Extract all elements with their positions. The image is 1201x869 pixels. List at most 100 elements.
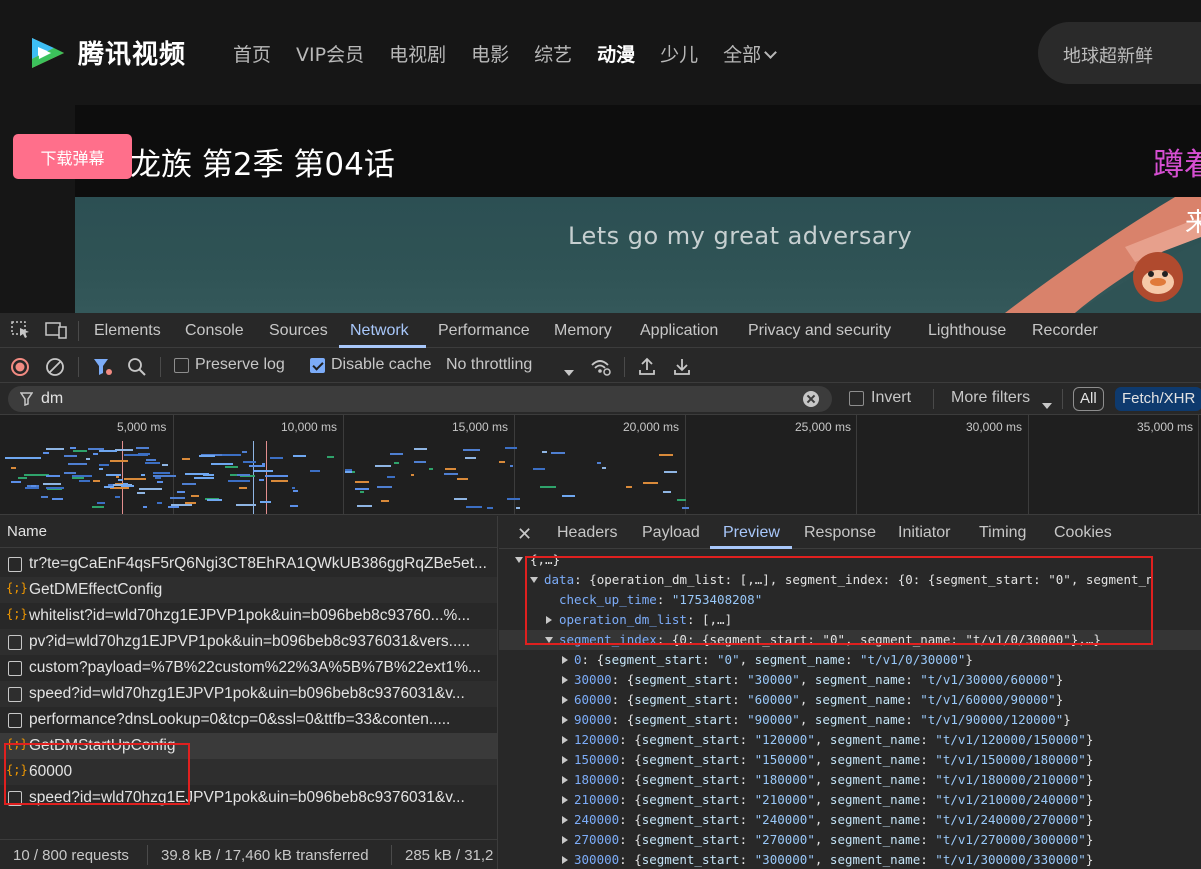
- segment-entry-line[interactable]: 270000: {segment_start: "270000", segmen…: [499, 830, 1201, 850]
- request-row[interactable]: pv?id=wld70hzg1EJPVP1pok&uin=b096beb8c93…: [0, 629, 497, 655]
- request-row[interactable]: custom?payload=%7B%22custom%22%3A%5B%7B%…: [0, 655, 497, 681]
- filter-chip-fetch-xhr[interactable]: Fetch/XHR: [1115, 387, 1201, 411]
- segment-entry-line[interactable]: 300000: {segment_start: "300000", segmen…: [499, 850, 1201, 869]
- nav-item-variety[interactable]: 综艺: [534, 40, 572, 67]
- timeline-tick: 20,000 ms: [623, 420, 680, 434]
- inspect-element-icon[interactable]: [11, 321, 31, 339]
- device-toolbar-icon[interactable]: [45, 321, 67, 339]
- tab-lighthouse[interactable]: Lighthouse: [928, 322, 1006, 340]
- throttling-select[interactable]: No throttling: [446, 356, 532, 374]
- request-row[interactable]: tr?te=gCaEnF4qsF5rQ6Ngi3CT8EhRA1QWkUB386…: [0, 551, 497, 577]
- nav-item-tv[interactable]: 电视剧: [389, 40, 446, 67]
- timeline-request-bar: [144, 462, 161, 464]
- import-har-icon[interactable]: [637, 356, 657, 375]
- segment-entry-line[interactable]: 180000: {segment_start: "180000", segmen…: [499, 770, 1201, 790]
- expand-triangle-icon[interactable]: [515, 557, 523, 563]
- request-row[interactable]: speed?id=wld70hzg1EJPVP1pok&uin=b096beb8…: [0, 681, 497, 707]
- tab-cookies[interactable]: Cookies: [1054, 524, 1112, 542]
- segment-entry-line[interactable]: 0: {segment_start: "0", segment_name: "t…: [499, 650, 1201, 670]
- record-stop-icon[interactable]: [10, 357, 30, 376]
- site-logo[interactable]: 腾讯视频: [28, 34, 186, 71]
- segment-entry-line[interactable]: 150000: {segment_start: "150000", segmen…: [499, 750, 1201, 770]
- search-icon[interactable]: [127, 357, 147, 376]
- toolbar-separator: [624, 357, 625, 377]
- expand-triangle-icon[interactable]: [562, 816, 568, 824]
- disable-cache-checkbox[interactable]: [310, 358, 325, 373]
- expand-triangle-icon[interactable]: [562, 716, 568, 724]
- request-name: tr?te=gCaEnF4qsF5rQ6Ngi3CT8EhRA1QWkUB386…: [29, 555, 487, 572]
- timeline-request-bar: [169, 497, 185, 499]
- throttling-dropdown-icon[interactable]: [564, 363, 574, 376]
- tab-sources[interactable]: Sources: [269, 322, 328, 340]
- request-row[interactable]: {;} whitelist?id=wld70hzg1EJPVP1pok&uin=…: [0, 603, 497, 629]
- tab-preview[interactable]: Preview: [723, 524, 780, 542]
- filter-separator: [933, 389, 934, 409]
- more-filters-dropdown-icon[interactable]: [1042, 396, 1052, 409]
- expand-triangle-icon[interactable]: [562, 796, 568, 804]
- timeline-request-bar: [162, 464, 168, 466]
- expand-triangle-icon[interactable]: [562, 676, 568, 684]
- export-har-icon[interactable]: [672, 356, 692, 375]
- expand-triangle-icon[interactable]: [562, 736, 568, 744]
- tab-privacy-security[interactable]: Privacy and security: [748, 322, 891, 340]
- expand-triangle-icon[interactable]: [562, 696, 568, 704]
- segment-entry-line[interactable]: 30000: {segment_start: "30000", segment_…: [499, 670, 1201, 690]
- network-conditions-icon[interactable]: [590, 357, 611, 376]
- tab-elements[interactable]: Elements: [94, 322, 161, 340]
- expand-triangle-icon[interactable]: [562, 776, 568, 784]
- invert-checkbox[interactable]: [849, 391, 864, 406]
- filter-chip-all[interactable]: All: [1073, 387, 1104, 411]
- tab-response[interactable]: Response: [804, 524, 876, 542]
- tab-application[interactable]: Application: [640, 322, 718, 340]
- tab-performance[interactable]: Performance: [438, 322, 530, 340]
- tab-initiator[interactable]: Initiator: [898, 524, 950, 542]
- expand-triangle-icon[interactable]: [562, 856, 568, 864]
- search-input[interactable]: 地球超新鲜: [1038, 22, 1201, 84]
- tab-network[interactable]: Network: [350, 322, 409, 340]
- request-row[interactable]: {;} GetDMEffectConfig: [0, 577, 497, 603]
- expand-triangle-icon[interactable]: [562, 656, 568, 664]
- timeline-request-bar: [465, 457, 477, 459]
- segment-entry-line[interactable]: 210000: {segment_start: "210000", segmen…: [499, 790, 1201, 810]
- segment-entry-line[interactable]: 90000: {segment_start: "90000", segment_…: [499, 710, 1201, 730]
- filter-icon[interactable]: [92, 357, 112, 375]
- nav-item-anime[interactable]: 动漫: [597, 40, 635, 67]
- timeline-request-bar: [105, 474, 121, 476]
- expand-triangle-icon[interactable]: [562, 836, 568, 844]
- nav-item-kids[interactable]: 少儿: [660, 40, 698, 67]
- clear-icon[interactable]: [45, 357, 65, 376]
- tab-timing[interactable]: Timing: [979, 524, 1026, 542]
- tab-recorder[interactable]: Recorder: [1032, 322, 1098, 340]
- request-row[interactable]: performance?dnsLookup=0&tcp=0&ssl=0&ttfb…: [0, 707, 497, 733]
- preserve-log-checkbox[interactable]: [174, 358, 189, 373]
- more-filters-button[interactable]: More filters: [951, 389, 1030, 407]
- timeline-request-bar: [626, 486, 633, 488]
- tab-headers[interactable]: Headers: [557, 524, 617, 542]
- request-name: GetDMEffectConfig: [29, 581, 163, 598]
- segment-start-value: "300000": [754, 852, 815, 867]
- segment-entry-line[interactable]: 240000: {segment_start: "240000", segmen…: [499, 810, 1201, 830]
- nav-item-movie[interactable]: 电影: [471, 40, 509, 67]
- segment-entry-line[interactable]: 60000: {segment_start: "60000", segment_…: [499, 690, 1201, 710]
- nav-item-all[interactable]: 全部: [723, 40, 778, 67]
- video-player[interactable]: Lets go my great adversary 来: [75, 197, 1201, 313]
- segment-entry-line[interactable]: 120000: {segment_start: "120000", segmen…: [499, 730, 1201, 750]
- timeline-request-bar: [138, 488, 162, 490]
- network-timeline-overview[interactable]: 5,000 ms 10,000 ms 15,000 ms 20,000 ms 2…: [0, 415, 1201, 515]
- timeline-request-bar: [157, 481, 163, 483]
- nav-item-home[interactable]: 首页: [233, 40, 271, 67]
- nav-item-vip[interactable]: VIP会员: [296, 40, 364, 67]
- close-icon[interactable]: ✕: [517, 524, 532, 545]
- clear-filter-icon[interactable]: [803, 391, 819, 407]
- timeline-request-bar: [191, 495, 199, 497]
- tab-memory[interactable]: Memory: [554, 322, 612, 340]
- expand-triangle-icon[interactable]: [562, 756, 568, 764]
- download-danmaku-button[interactable]: 下载弹幕: [13, 134, 132, 179]
- tab-console[interactable]: Console: [185, 322, 244, 340]
- name-column-header[interactable]: Name: [0, 516, 497, 548]
- timeline-request-bar: [87, 448, 105, 450]
- tab-payload[interactable]: Payload: [642, 524, 700, 542]
- resources-size: 285 kB / 31,2: [405, 847, 494, 864]
- filter-input[interactable]: dm: [8, 386, 832, 412]
- timeline-request-bar: [663, 491, 672, 493]
